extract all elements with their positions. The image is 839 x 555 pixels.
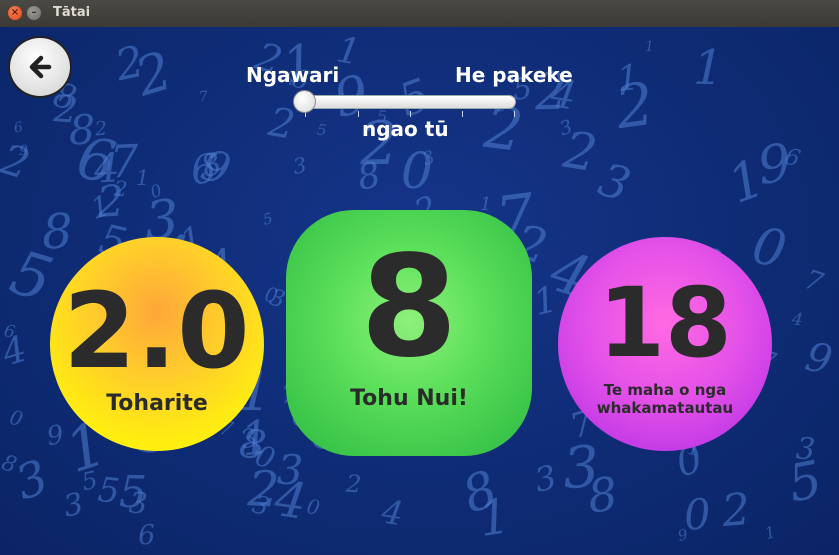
doodle-digit: 7 <box>800 264 827 299</box>
difficulty-slider[interactable] <box>296 95 516 109</box>
doodle-digit: 8 <box>584 466 621 524</box>
doodle-digit: 7 <box>198 88 209 106</box>
doodle-digit: 3 <box>276 445 304 495</box>
top-score-badge: 8 Tohu Nui! <box>286 210 532 456</box>
doodle-digit: 2 <box>94 117 109 141</box>
slider-tick <box>462 111 463 117</box>
doodle-digit: 3 <box>531 457 560 500</box>
doodle-digit: 1 <box>644 38 655 56</box>
doodle-digit: 5 <box>316 120 328 140</box>
doodle-digit: 4 <box>790 309 804 331</box>
doodle-digit: 3 <box>556 115 576 141</box>
doodle-digit: 9 <box>801 333 837 385</box>
doodle-digit: 5 <box>261 209 275 229</box>
doodle-digit: 0 <box>305 494 322 520</box>
arrow-left-icon <box>29 55 52 79</box>
doodle-digit: 0 <box>747 216 792 281</box>
difficulty-easy-label: Ngawari <box>246 63 340 87</box>
doodle-digit: 0 <box>7 404 26 432</box>
difficulty-slider-thumb[interactable] <box>293 90 316 113</box>
doodle-digit: 6 <box>12 119 25 137</box>
doodle-digit: 1 <box>135 165 150 191</box>
doodle-digit: 3 <box>592 151 637 213</box>
doodle-digit: 2 <box>112 176 129 202</box>
doodle-digit: 0 <box>400 141 434 201</box>
doodle-digit: 2 <box>345 469 363 499</box>
difficulty-caption: ngao tū <box>362 117 449 141</box>
test-count-label: Te maha o nga whakamatautau <box>596 381 734 417</box>
difficulty-hard-label: He pakeke <box>455 63 573 87</box>
slider-tick <box>358 111 359 117</box>
doodle-digit: 1 <box>762 521 778 544</box>
main-stage: 4522146238709879530911204311460654894389… <box>0 27 839 555</box>
window-close-button[interactable]: × <box>8 6 22 20</box>
doodle-digit: 5 <box>2 236 61 317</box>
doodle-digit: 6 <box>137 519 156 552</box>
doodle-digit: 6 <box>188 145 219 195</box>
average-score-label: Toharite <box>106 391 208 416</box>
window-title: Tātai <box>53 5 91 20</box>
top-score-label: Tohu Nui! <box>350 386 468 411</box>
test-count-badge: 18 Te maha o nga whakamatautau <box>558 237 772 451</box>
window-minimize-button[interactable]: – <box>27 6 41 20</box>
doodle-digit: 3 <box>290 152 309 180</box>
doodle-digit: 5 <box>118 466 148 519</box>
back-button[interactable] <box>8 36 72 98</box>
average-score-value: 2.0 <box>63 270 251 392</box>
average-score-badge: 2.0 Toharite <box>50 237 264 451</box>
test-count-value: 18 <box>598 267 732 379</box>
doodle-digit: 3 <box>60 486 87 525</box>
window-titlebar: × – Tātai <box>0 0 839 28</box>
doodle-digit: 5 <box>783 450 827 515</box>
doodle-digit: 2 <box>0 134 36 189</box>
doodle-digit: 4 <box>379 491 406 534</box>
doodle-digit: 2 <box>611 68 659 143</box>
slider-tick <box>514 111 515 117</box>
doodle-digit: 3 <box>8 449 56 512</box>
doodle-digit: 2 <box>719 483 753 538</box>
top-score-value: 8 <box>360 226 458 389</box>
doodle-digit: 1 <box>692 39 725 97</box>
